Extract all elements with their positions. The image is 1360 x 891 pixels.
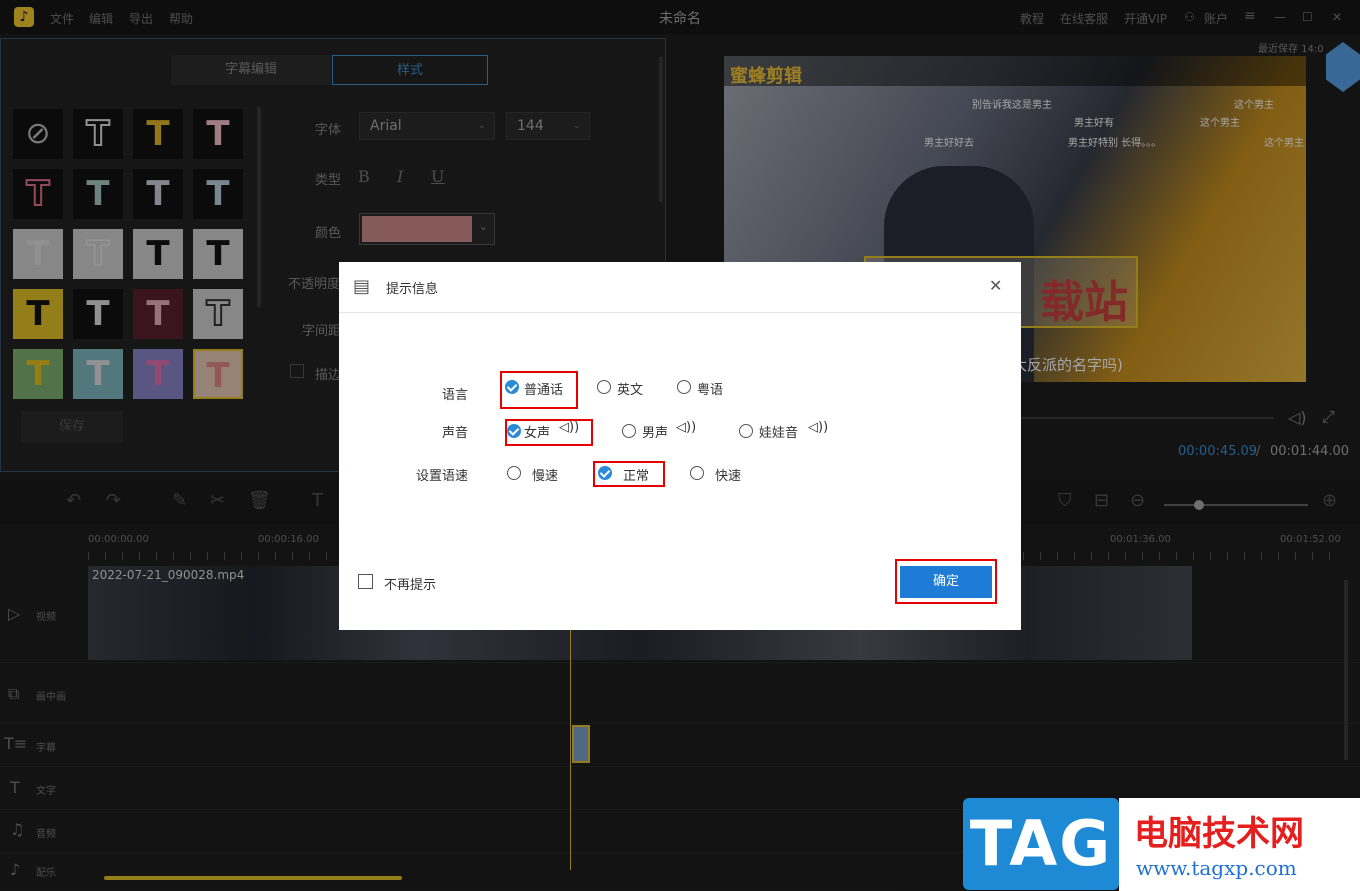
voice-radio-female[interactable] <box>507 424 521 438</box>
speed-label: 设置语速 <box>415 469 468 484</box>
dont-remind-checkbox[interactable] <box>358 574 373 589</box>
close-icon[interactable]: ✕ <box>989 276 1002 295</box>
speaker-icon[interactable]: ◁)) <box>676 420 696 435</box>
language-radio-mandarin[interactable] <box>505 380 519 394</box>
speed-radio-fast[interactable] <box>690 466 704 480</box>
tag-logo: TAG <box>963 798 1119 890</box>
voice-option-child[interactable]: 娃娃音 <box>759 422 798 441</box>
speaker-icon[interactable]: ◁)) <box>559 420 579 435</box>
language-radio-cantonese[interactable] <box>677 380 691 394</box>
watermark-site-name: 电脑技术网 <box>1134 814 1304 854</box>
speed-radio-slow[interactable] <box>507 466 521 480</box>
confirm-button[interactable]: 确定 <box>900 566 992 598</box>
language-option-english[interactable]: 英文 <box>617 379 643 398</box>
speed-option-normal[interactable]: 正常 <box>623 465 649 484</box>
language-option-cantonese[interactable]: 粤语 <box>697 379 723 398</box>
voice-option-male[interactable]: 男声 <box>642 422 668 441</box>
voice-option-female[interactable]: 女声 <box>524 422 550 441</box>
speaker-icon[interactable]: ◁)) <box>808 420 828 435</box>
speed-option-fast[interactable]: 快速 <box>715 465 741 484</box>
document-icon: ▤ <box>353 276 371 297</box>
voice-radio-child[interactable] <box>739 424 753 438</box>
speed-radio-normal[interactable] <box>598 466 612 480</box>
watermark-url: www.tagxp.com <box>1136 856 1297 880</box>
dont-remind-label[interactable]: 不再提示 <box>384 574 436 593</box>
dialog-title: 提示信息 <box>386 282 439 297</box>
language-option-mandarin[interactable]: 普通话 <box>524 379 563 398</box>
speed-option-slow[interactable]: 慢速 <box>532 465 558 484</box>
voice-radio-male[interactable] <box>622 424 636 438</box>
dialog-header: ▤ 提示信息 ✕ <box>339 262 1021 313</box>
tip-dialog: ▤ 提示信息 ✕ 语言 普通话 英文 粤语 声音 女声 ◁)) 男声 ◁)) 娃… <box>339 262 1021 630</box>
language-radio-english[interactable] <box>597 380 611 394</box>
language-label: 语言 <box>441 388 468 403</box>
voice-label: 声音 <box>441 426 468 441</box>
